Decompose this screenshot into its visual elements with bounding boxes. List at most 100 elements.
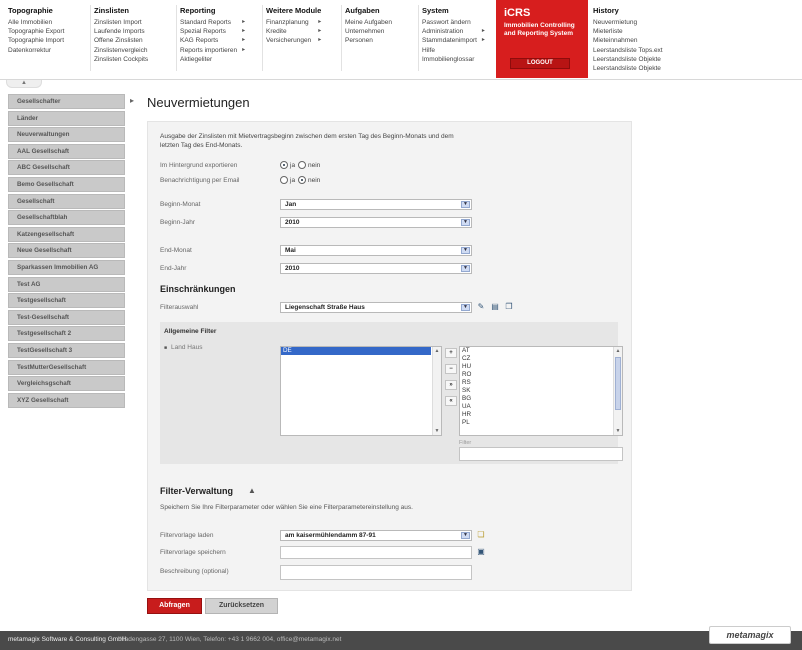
sidebar-item-katzengesellschaft[interactable]: Katzengesellschaft xyxy=(8,226,125,242)
new-filter-icon[interactable]: ▤ xyxy=(490,302,500,312)
available-list-scrollbar[interactable]: ▲ ▼ xyxy=(613,347,622,435)
nav-item-administration[interactable]: Administration ▸ xyxy=(422,27,485,36)
nav-item-immobilienglossar[interactable]: Immobilienglossar xyxy=(422,55,485,64)
sidebar-item-abc-gesellschaft[interactable]: ABC Gesellschaft xyxy=(8,160,125,176)
begin-month-select[interactable]: Jan ▼ xyxy=(280,199,472,210)
description-input[interactable] xyxy=(280,565,472,580)
sidebar-item-neue-gesellschaft[interactable]: Neue Gesellschaft xyxy=(8,243,125,259)
sidebar-item-testgesellschaft[interactable]: Testgesellschaft xyxy=(8,293,125,309)
nav-item-kag-reports[interactable]: KAG Reports ▸ xyxy=(180,36,245,45)
nav-item-leerstandsliste-objekte[interactable]: Leerstandsliste Objekte xyxy=(593,55,671,64)
nav-heading-weitere-module[interactable]: Weitere Module xyxy=(266,6,321,15)
scroll-thumb[interactable] xyxy=(615,357,621,410)
filter-select[interactable]: Liegenschaft Straße Haus ▼ xyxy=(280,302,472,313)
nav-heading-system[interactable]: System xyxy=(422,6,485,15)
nav-heading-aufgaben[interactable]: Aufgaben xyxy=(345,6,400,15)
nav-item-leerstandsliste-tops-ext[interactable]: Leerstandsliste Tops.ext xyxy=(593,46,671,55)
sidebar-item-testgesellschaft-2[interactable]: Testgesellschaft 2 xyxy=(8,326,125,342)
end-year-select[interactable]: 2010 ▼ xyxy=(280,263,472,274)
nav-heading-reporting[interactable]: Reporting xyxy=(180,6,245,15)
add-all-button[interactable]: » xyxy=(445,380,457,390)
nav-item-alle-immobilien[interactable]: Alle Immobilien xyxy=(8,18,72,27)
bg-export-ja-radio[interactable] xyxy=(280,161,288,169)
save-disk-icon[interactable]: ▣ xyxy=(476,547,486,557)
begin-year-select[interactable]: 2010 ▼ xyxy=(280,217,472,228)
sidebar-item-gesellschafter[interactable]: Gesellschafter xyxy=(8,94,125,109)
nav-collapse-handle[interactable]: ▲ xyxy=(6,80,42,88)
nav-item-zinslisten-cockpits[interactable]: Zinslisten Cockpits xyxy=(94,55,156,64)
bg-export-nein-radio[interactable] xyxy=(298,161,306,169)
scroll-down-icon[interactable]: ▼ xyxy=(615,428,621,434)
nav-item-leerstandsliste-objekte[interactable]: Leerstandsliste Objekte xyxy=(593,64,671,73)
logout-button[interactable]: LOGOUT xyxy=(510,58,570,69)
nav-item-offene-zinslisten[interactable]: Offene Zinslisten xyxy=(94,36,156,45)
scroll-down-icon[interactable]: ▼ xyxy=(434,428,440,434)
scroll-up-icon[interactable]: ▲ xyxy=(434,348,440,354)
edit-filter-icon[interactable]: ✎ xyxy=(476,302,486,312)
nav-item-finanzplanung[interactable]: Finanzplanung ▸ xyxy=(266,18,321,27)
sidebar-item-testmuttergesellschaft[interactable]: TestMutterGesellschaft xyxy=(8,359,125,375)
nav-item-datenkorrektur[interactable]: Datenkorrektur xyxy=(8,46,72,55)
sidebar-item-test-ag[interactable]: Test AG xyxy=(8,276,125,292)
nav-item-mieterliste[interactable]: Mieterliste xyxy=(593,27,671,36)
nav-item-personen[interactable]: Personen xyxy=(345,36,400,45)
nav-item-hilfe[interactable]: Hilfe xyxy=(422,46,485,55)
nav-heading-topographie[interactable]: Topographie xyxy=(8,6,72,15)
available-option[interactable]: BG xyxy=(460,395,622,403)
nav-item-standard-reports[interactable]: Standard Reports ▸ xyxy=(180,18,245,27)
nav-item-spezial-reports[interactable]: Spezial Reports ▸ xyxy=(180,27,245,36)
save-template-input[interactable] xyxy=(280,546,472,559)
available-option[interactable]: HR xyxy=(460,411,622,419)
available-option[interactable]: RO xyxy=(460,371,622,379)
nav-item-meine-aufgaben[interactable]: Meine Aufgaben xyxy=(345,18,400,27)
remove-all-button[interactable]: « xyxy=(445,396,457,406)
selected-values-list[interactable]: DE ▲ ▼ xyxy=(280,346,442,436)
end-month-select[interactable]: Mai ▼ xyxy=(280,245,472,256)
nav-item-mieteinnahmen[interactable]: Mieteinnahmen xyxy=(593,36,671,45)
available-option[interactable]: CZ xyxy=(460,355,622,363)
available-option[interactable]: HU xyxy=(460,363,622,371)
nav-item-stammdatenimport[interactable]: Stammdatenimport ▸ xyxy=(422,36,485,45)
sidebar-item-testgesellschaft-3[interactable]: TestGesellschaft 3 xyxy=(8,342,125,358)
nav-heading-history[interactable]: History xyxy=(593,6,671,15)
email-nein-radio[interactable] xyxy=(298,176,306,184)
nav-item-reports-importieren[interactable]: Reports importieren ▸ xyxy=(180,46,245,55)
nav-item-passwort-ndern[interactable]: Passwort ändern xyxy=(422,18,485,27)
nav-item-neuvermietung[interactable]: Neuvermietung xyxy=(593,18,671,27)
sidebar-item-aal-gesellschaft[interactable]: AAL Gesellschaft xyxy=(8,143,125,159)
sidebar-item-vergleichsgschaft[interactable]: Vergleichsgschaft xyxy=(8,376,125,392)
selected-list-scrollbar[interactable]: ▲ ▼ xyxy=(432,347,441,435)
add-value-button[interactable]: + xyxy=(445,348,457,358)
available-option[interactable]: AT xyxy=(460,347,622,355)
sidebar-item-gesellschaftblah[interactable]: Gesellschaftblah xyxy=(8,210,125,226)
nav-item-zinslisten-import[interactable]: Zinslisten Import xyxy=(94,18,156,27)
nav-item-zinslistenvergleich[interactable]: Zinslistenvergleich xyxy=(94,46,156,55)
nav-item-unternehmen[interactable]: Unternehmen xyxy=(345,27,400,36)
sidebar-item-test-gesellschaft[interactable]: Test-Gesellschaft xyxy=(8,309,125,325)
tree-item-land-haus[interactable]: Land Haus xyxy=(171,344,202,351)
available-option[interactable]: RS xyxy=(460,379,622,387)
remove-value-button[interactable]: − xyxy=(445,364,457,374)
sidebar-item-l-nder[interactable]: Länder xyxy=(8,110,125,126)
sidebar-item-neuverwaltungen[interactable]: Neuverwaltungen xyxy=(8,127,125,143)
selected-option[interactable]: DE xyxy=(281,347,431,355)
submit-button[interactable]: Abfragen xyxy=(147,598,202,614)
available-values-list[interactable]: AT CZ HU RO RS SK BG UA HR PL ▲ ▼ xyxy=(459,346,623,436)
available-option[interactable]: UA xyxy=(460,403,622,411)
nav-item-laufende-imports[interactable]: Laufende Imports xyxy=(94,27,156,36)
sidebar-item-sparkassen-immobilien-ag[interactable]: Sparkassen Immobilien AG xyxy=(8,259,125,275)
sidebar-item-xyz-gesellschaft[interactable]: XYZ Gesellschaft xyxy=(8,392,125,408)
nav-item-topographie-import[interactable]: Topographie Import xyxy=(8,36,72,45)
sidebar-item-gesellschaft[interactable]: Gesellschaft xyxy=(8,193,125,209)
nav-item-aktiegeliter[interactable]: Aktiegeliter xyxy=(180,55,245,64)
nav-heading-zinslisten[interactable]: Zinslisten xyxy=(94,6,156,15)
available-option[interactable]: SK xyxy=(460,387,622,395)
copy-filter-icon[interactable]: ❐ xyxy=(504,302,514,312)
sidebar-item-bemo-gesellschaft[interactable]: Bemo Gesellschaft xyxy=(8,176,125,192)
load-template-select[interactable]: am kaisermühlendamm 87-91 ▼ xyxy=(280,530,472,541)
email-ja-radio[interactable] xyxy=(280,176,288,184)
available-option[interactable]: PL xyxy=(460,419,622,427)
collapse-arrow-icon[interactable]: ▲ xyxy=(248,486,256,495)
nav-item-kredite[interactable]: Kredite ▸ xyxy=(266,27,321,36)
scroll-up-icon[interactable]: ▲ xyxy=(615,348,621,354)
